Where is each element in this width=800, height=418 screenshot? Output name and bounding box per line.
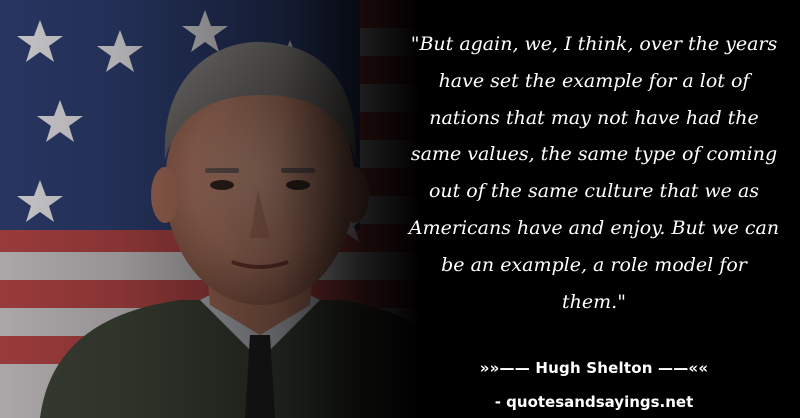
quote-card: "But again, we, I think, over the years …	[0, 0, 800, 418]
author-attribution: »»—— Hugh Shelton ——««	[479, 359, 709, 377]
quote-text: "But again, we, I think, over the years …	[408, 33, 780, 313]
site-credit: - quotesandsayings.net	[494, 393, 694, 411]
